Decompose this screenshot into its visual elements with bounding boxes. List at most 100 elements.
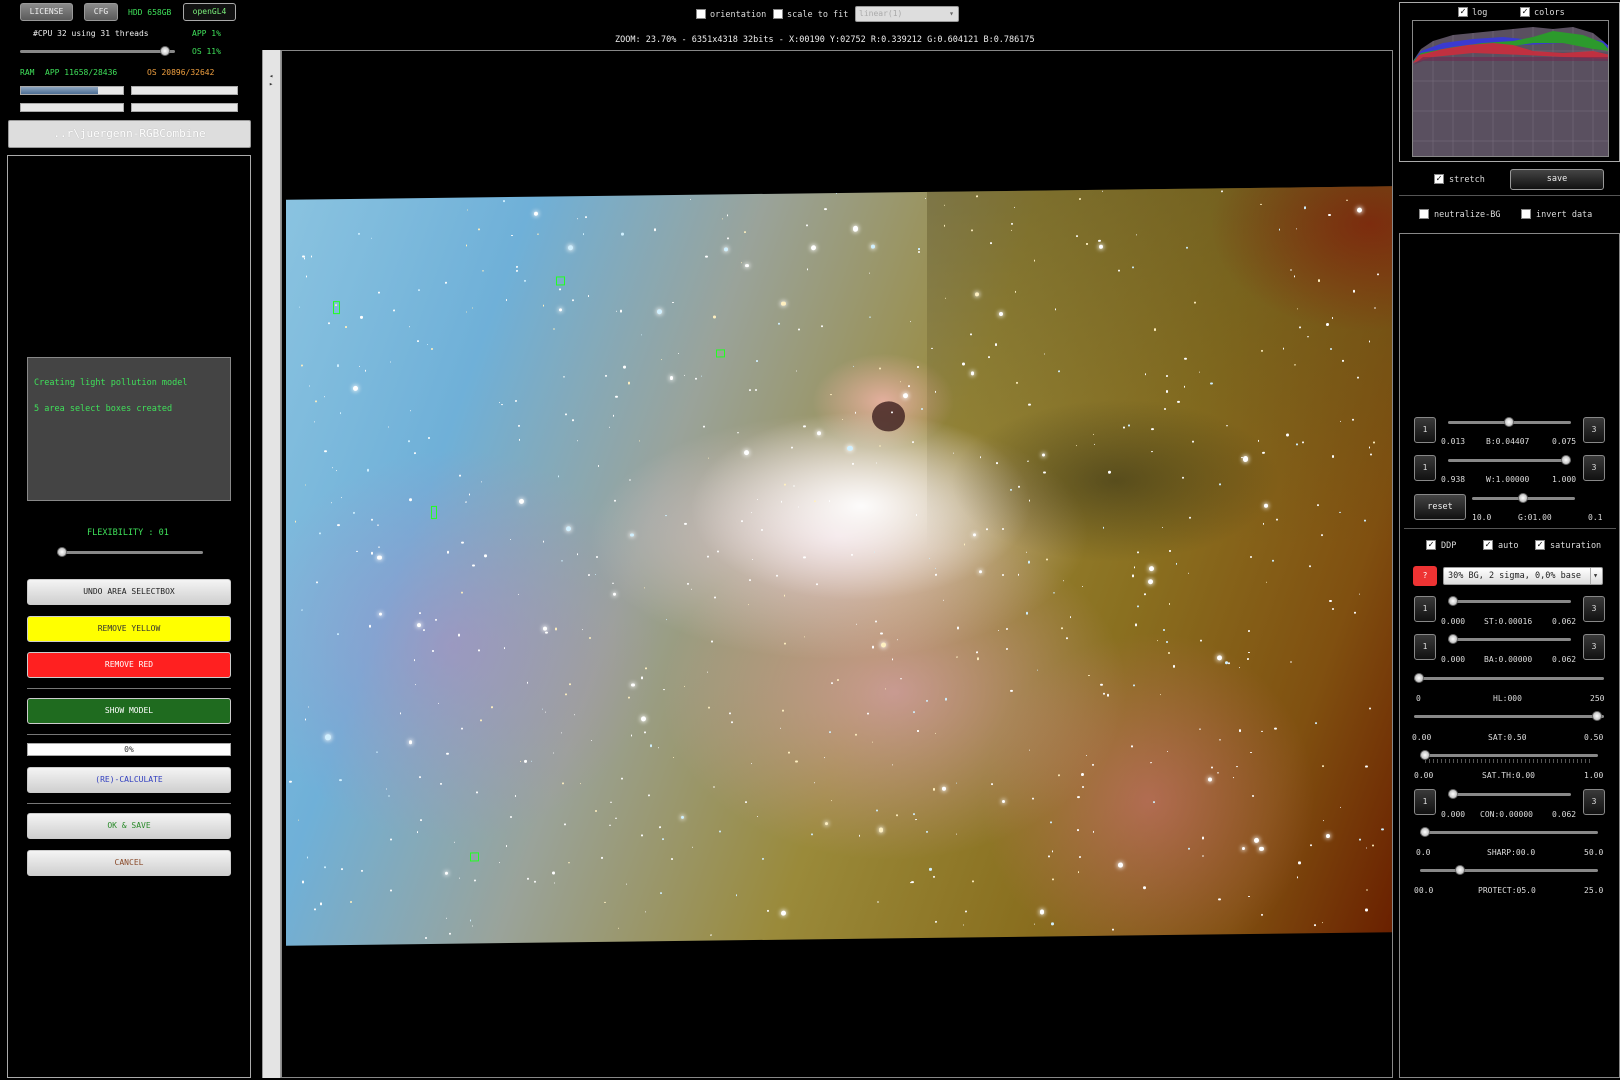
stretch-checkbox[interactable]: ✓ <box>1434 174 1444 184</box>
area-select-box[interactable] <box>556 276 565 286</box>
invert-data-checkbox[interactable] <box>1521 209 1531 219</box>
b-slider-knob[interactable] <box>1504 417 1514 427</box>
collapse-arrow-icon[interactable]: ◂ <box>269 72 273 80</box>
show-model-button[interactable]: SHOW MODEL <box>27 698 231 724</box>
opengl-button[interactable]: openGL4 <box>183 3 236 21</box>
b-slider[interactable] <box>1448 417 1571 427</box>
reset-button[interactable]: reset <box>1414 494 1466 520</box>
star <box>1137 605 1140 608</box>
log-checkbox[interactable]: ✓ <box>1458 7 1468 17</box>
ba-slider-knob[interactable] <box>1448 634 1458 644</box>
hdd-status: HDD 658GB <box>128 8 172 17</box>
ddp-preset-value: 30% BG, 2 sigma, 0,0% base <box>1448 571 1582 581</box>
undo-area-selectbox-button[interactable]: UNDO AREA SELECTBOX <box>27 579 231 605</box>
protect-slider-knob[interactable] <box>1455 865 1465 875</box>
w-step-3-button[interactable]: 3 <box>1583 455 1605 481</box>
ba-step-1-button[interactable]: 1 <box>1414 634 1436 660</box>
st-slider[interactable] <box>1448 596 1571 606</box>
protect-slider[interactable] <box>1420 865 1598 875</box>
colors-checkbox[interactable]: ✓ <box>1520 7 1530 17</box>
star <box>1198 371 1200 373</box>
w-slider[interactable] <box>1448 455 1571 465</box>
star <box>1247 657 1250 660</box>
star <box>828 499 831 502</box>
star <box>1036 669 1039 671</box>
neutralize-bg-checkbox[interactable] <box>1419 209 1429 219</box>
star <box>671 858 674 861</box>
w-step-1-button[interactable]: 1 <box>1414 455 1436 481</box>
scale-to-fit-checkbox[interactable] <box>773 9 783 19</box>
star <box>478 228 480 230</box>
star <box>439 782 442 785</box>
ddp-checkbox[interactable]: ✓ <box>1426 540 1436 550</box>
star <box>1219 739 1222 741</box>
star <box>1050 821 1052 824</box>
star <box>649 744 653 748</box>
help-button[interactable]: ? <box>1413 566 1437 586</box>
cancel-button[interactable]: CANCEL <box>27 850 231 876</box>
star <box>1329 599 1332 602</box>
sat-slider[interactable] <box>1414 711 1604 721</box>
stretch-mode-select[interactable]: linear(1) ▾ <box>855 6 959 22</box>
st-step-1-button[interactable]: 1 <box>1414 596 1436 622</box>
recalculate-button[interactable]: (RE)-CALCULATE <box>27 767 231 793</box>
star <box>553 882 556 884</box>
star <box>661 838 665 841</box>
area-select-box[interactable] <box>431 505 437 519</box>
sat-slider-knob[interactable] <box>1592 711 1602 721</box>
expand-arrow-icon[interactable]: ▸ <box>269 80 273 88</box>
star <box>836 678 839 681</box>
panel-splitter[interactable]: ◂ ▸ <box>262 50 281 1078</box>
area-select-box[interactable] <box>333 301 340 315</box>
saturation-checkbox[interactable]: ✓ <box>1535 540 1545 550</box>
hl-slider[interactable] <box>1414 673 1604 683</box>
cfg-button[interactable]: CFG <box>84 3 118 21</box>
orientation-checkbox[interactable] <box>696 9 706 19</box>
star <box>613 499 616 502</box>
b-step-1-button[interactable]: 1 <box>1414 417 1436 443</box>
ddp-preset-select[interactable]: 30% BG, 2 sigma, 0,0% base ▾ <box>1443 567 1603 585</box>
cpu-threads-knob[interactable] <box>160 46 170 56</box>
ba-step-3-button[interactable]: 3 <box>1583 634 1605 660</box>
flexibility-knob[interactable] <box>57 547 67 557</box>
b-step-3-button[interactable]: 3 <box>1583 417 1605 443</box>
area-select-box[interactable] <box>470 852 479 862</box>
star <box>1358 838 1361 841</box>
sat-th-slider[interactable] <box>1420 750 1598 760</box>
ok-save-button[interactable]: OK & SAVE <box>27 813 231 839</box>
area-select-box[interactable] <box>716 349 725 358</box>
save-button[interactable]: save <box>1510 169 1604 190</box>
star <box>775 574 778 577</box>
con-step-1-button[interactable]: 1 <box>1414 789 1436 815</box>
st-slider-knob[interactable] <box>1448 596 1458 606</box>
star <box>1098 239 1101 243</box>
w-slider-knob[interactable] <box>1561 455 1571 465</box>
hl-slider-knob[interactable] <box>1414 673 1424 683</box>
w-value: W:1.00000 <box>1486 475 1530 484</box>
star <box>1001 574 1004 577</box>
g-slider-knob[interactable] <box>1518 493 1528 503</box>
sharp-slider-knob[interactable] <box>1420 827 1430 837</box>
ba-slider[interactable] <box>1448 634 1571 644</box>
remove-red-button[interactable]: REMOVE RED <box>27 652 231 678</box>
license-button[interactable]: LICENSE <box>20 3 73 21</box>
g-slider[interactable] <box>1472 493 1575 503</box>
cpu-threads-slider[interactable] <box>20 46 175 56</box>
star <box>1247 895 1250 898</box>
con-slider[interactable] <box>1448 789 1571 799</box>
star <box>519 498 525 504</box>
star <box>1259 846 1264 851</box>
star <box>1238 729 1242 732</box>
star <box>561 560 563 562</box>
image-viewer[interactable] <box>281 50 1393 1078</box>
con-step-3-button[interactable]: 3 <box>1583 789 1605 815</box>
con-slider-knob[interactable] <box>1448 789 1458 799</box>
sharp-slider[interactable] <box>1420 827 1598 837</box>
auto-checkbox[interactable]: ✓ <box>1483 540 1493 550</box>
star <box>841 418 844 420</box>
remove-yellow-button[interactable]: REMOVE YELLOW <box>27 616 231 642</box>
flexibility-slider[interactable] <box>57 547 203 557</box>
star <box>498 861 501 864</box>
st-step-3-button[interactable]: 3 <box>1583 596 1605 622</box>
star <box>933 875 936 879</box>
